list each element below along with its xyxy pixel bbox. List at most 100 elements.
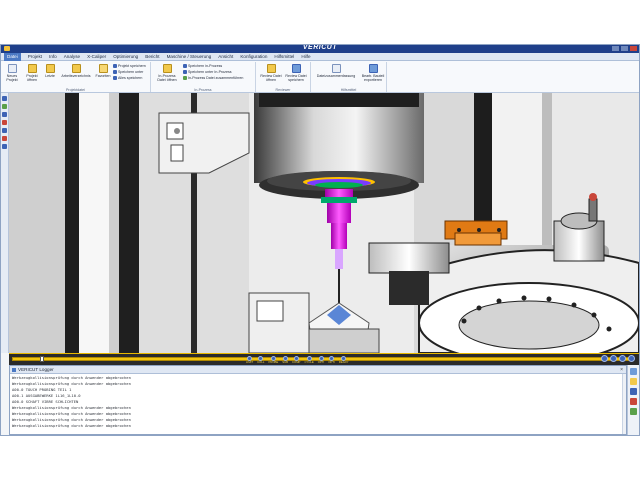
inprozess-oeffnen-label: In-Prozess Datei öffnen (157, 74, 177, 82)
logger-scrollbar[interactable] (622, 374, 626, 434)
indicator-opti-2[interactable]: OPTI (327, 355, 336, 364)
indicator-comp[interactable]: COMP (291, 355, 301, 364)
rewind-icon[interactable] (601, 355, 608, 362)
speichern-unter-inprozess-button[interactable]: Speichern unter In-Prozess (183, 70, 232, 75)
tab-ansicht[interactable]: Ansicht (218, 53, 233, 61)
simulation-progress-bar: LIMIT COLL PROBE SUB COMP CYCLE OPTI OPT… (9, 353, 639, 365)
projekt-speichern-button[interactable]: Projekt speichern (113, 64, 146, 69)
indicator-ready[interactable]: READY (338, 355, 350, 364)
merge-icon (183, 76, 187, 81)
alles-speichern-button[interactable]: Alles speichern (113, 76, 142, 81)
export-part-icon (368, 64, 378, 73)
machine-3d-scene (9, 93, 639, 353)
dateizusammenfassung-button[interactable]: Dateizusammenfassung (313, 64, 359, 78)
section-tool-icon[interactable] (2, 136, 7, 141)
tab-datei[interactable]: Datei (4, 52, 21, 61)
neues-projekt-button[interactable]: Neues Projekt (2, 64, 22, 82)
group-reviewer: Review Datei öffnen Review Datei speiche… (256, 62, 311, 92)
indicator-opti-label: OPTI (317, 359, 325, 364)
indicator-sub[interactable]: SUB (281, 355, 289, 364)
app-title: VERICUT (302, 44, 338, 51)
log-line: Werkzeugkollisionsprüfung durch Anwender… (12, 423, 131, 428)
speichern-inprozess-button[interactable]: Speichern in-Prozess (183, 64, 222, 69)
logger-save-icon[interactable] (630, 378, 637, 385)
indicator-cycle[interactable]: CYCLE (303, 355, 314, 364)
review-oeffnen-label: Review Datei öffnen (260, 74, 282, 82)
step-icon[interactable] (610, 355, 617, 362)
tab-hilfsmittel[interactable]: Hilfsmittel (274, 53, 294, 61)
neues-projekt-label: Neues Projekt (6, 74, 18, 82)
projekt-oeffnen-button[interactable]: Projekt öffnen (22, 64, 42, 82)
indicator-sub-label: SUB (282, 359, 289, 364)
speichern-unter-inprozess-label: Speichern unter In-Prozess (188, 70, 232, 74)
group-hilfsmittel: Dateizusammenfassung Bearb. Bauteil expo… (311, 62, 387, 92)
indicator-coll-label: COLL (257, 359, 265, 364)
tab-bericht[interactable]: Bericht (145, 53, 159, 61)
stop-icon[interactable] (619, 355, 626, 362)
group-caption-hilfsmittel: Hilfsmittel (340, 88, 357, 92)
simulation-status-indicators: LIMIT COLL PROBE SUB COMP CYCLE OPTI OPT… (245, 354, 349, 365)
machine-simulation-viewport[interactable] (9, 93, 639, 353)
favoriten-label: Favoriten (95, 74, 111, 78)
letzte-button[interactable]: Letzte (40, 64, 60, 78)
fit-view-icon[interactable] (2, 128, 7, 133)
group-caption-inprozess: In-Prozess (194, 88, 212, 92)
logger-lines: Werkzeugkollisionsprüfung durch Anwender… (10, 374, 626, 430)
group-projektdatei: Neues Projekt Projekt öffnen Letzte Arbe… (1, 62, 151, 92)
review-speichern-label: Review Datei speichern (285, 74, 307, 82)
logger-filter-icon[interactable] (630, 388, 637, 395)
tab-konfiguration[interactable]: Konfiguration (240, 53, 267, 61)
recent-folder-icon (45, 64, 55, 73)
review-speichern-button[interactable]: Review Datei speichern (284, 64, 308, 82)
inprocess-save-icon (183, 64, 187, 69)
bearb-bauteil-exportieren-button[interactable]: Bearb. Bauteil exportieren (361, 64, 385, 82)
logger-settings-icon[interactable] (630, 368, 637, 375)
maximize-button[interactable] (621, 46, 628, 51)
pan-tool-icon[interactable] (2, 112, 7, 117)
simulation-slider-thumb[interactable] (40, 356, 44, 362)
inprozess-oeffnen-button[interactable]: In-Prozess Datei öffnen (155, 64, 179, 82)
tab-hilfe[interactable]: Hilfe (301, 53, 310, 61)
speichern-unter-button[interactable]: Speichern unter (113, 70, 143, 75)
favorites-star-icon (98, 64, 108, 73)
indicator-coll[interactable]: COLL (256, 355, 265, 364)
review-save-icon (291, 64, 301, 73)
logger-toolbar (627, 365, 639, 435)
arbeitsverzeichnis-label: Arbeitsverzeichnis (61, 74, 91, 78)
tab-info[interactable]: Info (49, 53, 57, 61)
bearb-bauteil-label: Bearb. Bauteil exportieren (361, 74, 385, 82)
measure-tool-icon[interactable] (2, 144, 7, 149)
vericut-window: VERICUT Datei Projekt Info Analyse X-Cal… (0, 44, 640, 436)
indicator-limit[interactable]: LIMIT (245, 355, 254, 364)
minimize-button[interactable] (612, 46, 619, 51)
zusammenfuehren-button[interactable]: In-Prozess Datei zusammenführen (183, 76, 243, 81)
review-oeffnen-button[interactable]: Review Datei öffnen (259, 64, 283, 82)
left-toolbar (1, 93, 9, 353)
indicator-opti-1[interactable]: OPTI (317, 355, 326, 364)
rotate-tool-icon[interactable] (2, 104, 7, 109)
speichern-inprozess-label: Speichern in-Prozess (188, 64, 223, 68)
inprocess-save-as-icon (183, 70, 187, 75)
tab-optimierung[interactable]: Optimierung (113, 53, 138, 61)
favoriten-button[interactable]: Favoriten (93, 64, 113, 78)
tab-x-caliper[interactable]: X-Caliper (87, 53, 106, 61)
tab-projekt[interactable]: Projekt (28, 53, 42, 61)
ribbon-tabs: Datei Projekt Info Analyse X-Caliper Opt… (1, 52, 639, 61)
save-icon (113, 64, 117, 69)
playback-controls (601, 355, 635, 362)
tab-analyse[interactable]: Analyse (64, 53, 80, 61)
zoom-tool-icon[interactable] (2, 120, 7, 125)
logger-clear-icon[interactable] (630, 398, 637, 405)
close-button[interactable] (630, 46, 637, 51)
working-folder-icon (71, 64, 81, 73)
arbeitsverzeichnis-button[interactable]: Arbeitsverzeichnis (61, 64, 91, 78)
window-controls (612, 46, 637, 51)
indicator-limit-label: LIMIT (246, 359, 254, 364)
tab-maschine-steuerung[interactable]: Maschine / Steuerung (167, 53, 212, 61)
logger-print-icon[interactable] (630, 408, 637, 415)
select-tool-icon[interactable] (2, 96, 7, 101)
logger-panel: VERICUT Logger × Werkzeugkollisionsprüfu… (9, 365, 627, 435)
play-icon[interactable] (628, 355, 635, 362)
indicator-probe[interactable]: PROBE (267, 355, 279, 364)
logger-close-icon[interactable]: × (620, 367, 623, 373)
